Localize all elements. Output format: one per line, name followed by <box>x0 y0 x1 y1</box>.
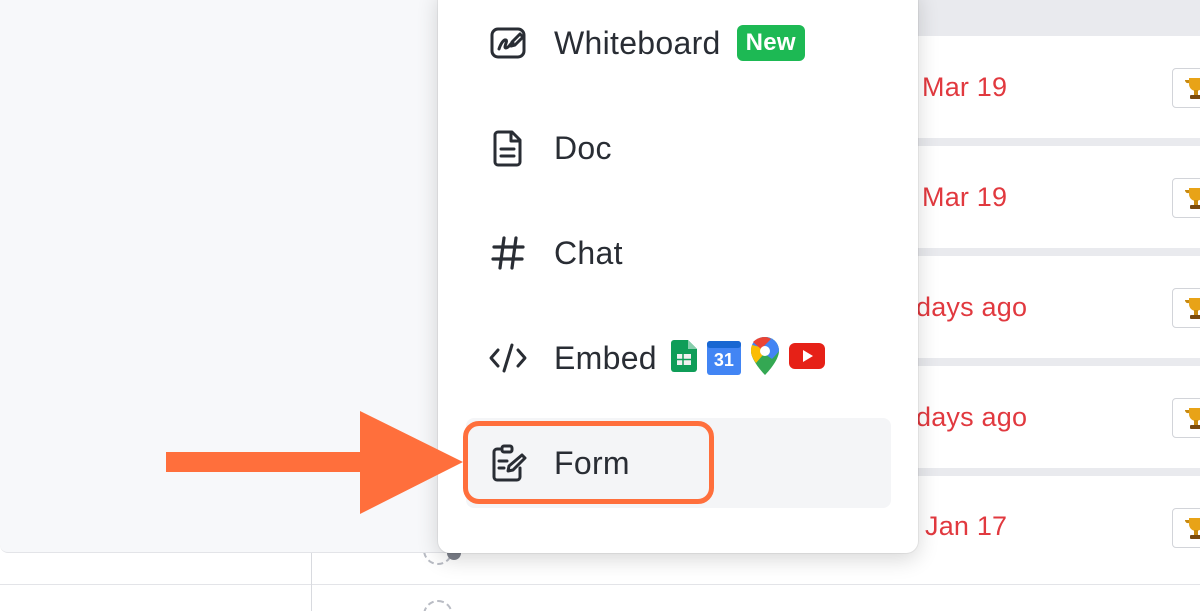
menu-item-label: Whiteboard <box>554 24 721 61</box>
menu-item-label: Embed <box>554 339 657 376</box>
menu-item-form[interactable]: Form <box>466 418 891 508</box>
menu-item-label: Form <box>554 444 630 481</box>
menu-item-embed[interactable]: Embed 31 <box>466 313 891 403</box>
google-maps-icon <box>750 336 779 380</box>
trophy-icon[interactable] <box>1172 398 1200 438</box>
google-calendar-icon: 31 <box>706 341 741 375</box>
menu-item-whiteboard[interactable]: Whiteboard New <box>466 0 891 88</box>
embed-app-icons: 31 <box>670 336 825 380</box>
trophy-icon[interactable] <box>1172 68 1200 108</box>
youtube-icon <box>788 342 825 374</box>
add-view-menu: Whiteboard New Doc Chat Embed 31 Form <box>438 0 918 553</box>
menu-item-label: Doc <box>554 129 612 166</box>
task-due-date: Mar 19 <box>922 182 1008 212</box>
row-divider <box>0 584 1200 585</box>
menu-item-chat[interactable]: Chat <box>466 208 891 298</box>
google-sheets-icon <box>670 339 697 377</box>
column-divider <box>311 553 312 611</box>
task-row[interactable] <box>0 553 1200 611</box>
trophy-icon[interactable] <box>1172 178 1200 218</box>
pointer-arrow-icon <box>166 411 463 514</box>
new-badge: New <box>736 25 805 61</box>
code-icon <box>486 336 530 380</box>
form-icon <box>486 441 530 485</box>
menu-item-label: Chat <box>554 234 623 271</box>
task-due-date: Mar 19 <box>922 72 1008 102</box>
task-due-date: days ago <box>916 292 1028 322</box>
menu-item-doc[interactable]: Doc <box>466 103 891 193</box>
hash-icon <box>486 231 530 275</box>
trophy-icon[interactable] <box>1172 508 1200 548</box>
trophy-icon[interactable] <box>1172 288 1200 328</box>
task-due-date: Jan 17 <box>925 511 1008 541</box>
doc-icon <box>486 126 530 170</box>
whiteboard-icon <box>486 21 530 65</box>
task-due-date: days ago <box>916 402 1028 432</box>
calendar-day-number: 31 <box>713 350 734 370</box>
